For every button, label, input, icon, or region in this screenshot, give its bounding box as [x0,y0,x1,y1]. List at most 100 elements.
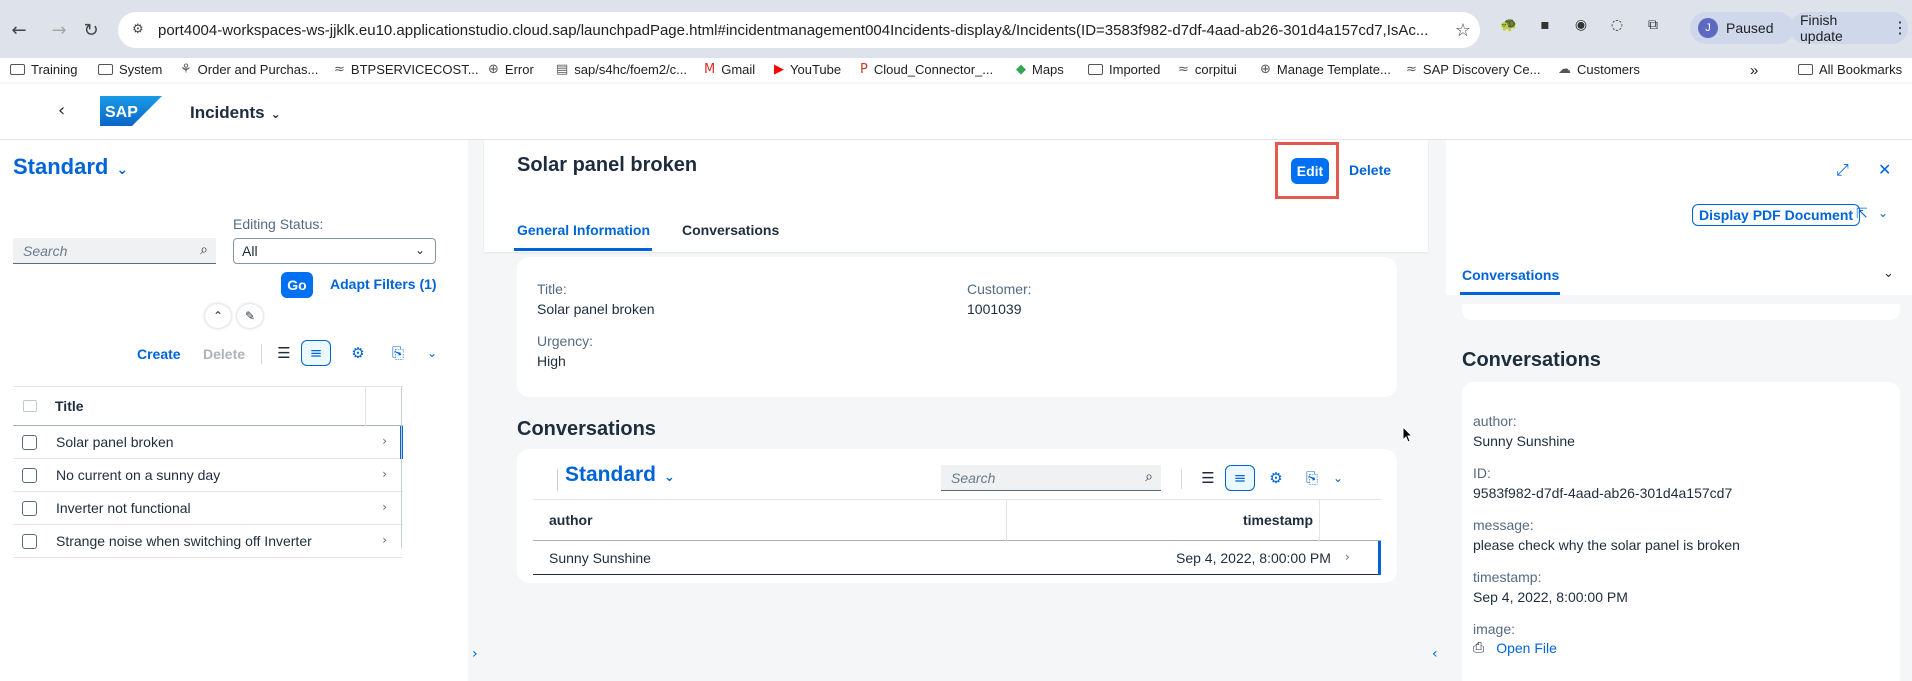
navigation-chevron-icon[interactable]: › [382,467,387,481]
variant-management[interactable]: Standard ⌄ [13,154,128,180]
row-checkbox[interactable] [22,467,37,483]
table-row[interactable]: Sunny Sunshine Sep 4, 2022, 8:00:00 PM › [533,541,1381,575]
address-bar[interactable]: ⚙ port4004-workspaces-ws-jjklk.eu10.appl… [118,12,1480,48]
pin-header-icon[interactable]: ✎ [237,304,263,328]
object-page-header: Solar panel broken Edit Delete General I… [484,140,1428,252]
create-button[interactable]: Create [137,346,181,362]
navigation-chevron-icon[interactable]: › [382,500,387,514]
row-title: Strange noise when switching off Inverte… [56,533,312,549]
search-icon[interactable]: ⌕ [200,242,208,258]
bookmark-system[interactable]: System [98,62,162,77]
open-file-link[interactable]: ⎙ Open File [1473,640,1557,656]
forward-arrow-icon[interactable]: → [42,13,76,47]
editing-status-select[interactable]: All ⌄ [233,238,436,264]
column-title[interactable]: Title [55,398,84,414]
url-text[interactable]: port4004-workspaces-ws-jjklk.eu10.applic… [158,22,1446,39]
sort-icon[interactable]: ☰ [1193,465,1223,491]
sort-icon[interactable]: ☰ [269,340,299,366]
folder-icon [10,64,25,75]
sap-logo[interactable]: SAP [100,96,162,126]
share-icon[interactable]: ⇱ [1856,206,1868,222]
delete-button-disabled[interactable]: Delete [203,346,245,362]
row-checkbox[interactable] [22,533,37,549]
finish-update-button[interactable]: Finish update ⋮ [1790,12,1908,44]
collapse-header-icon[interactable]: ⌃ [205,304,231,328]
all-bookmarks[interactable]: All Bookmarks [1798,62,1902,77]
bookmark-sap-discovery[interactable]: ≈ SAP Discovery Ce... [1406,62,1540,77]
select-all-checkbox[interactable] [23,400,37,412]
extension-loading-icon[interactable]: ◌ [1606,14,1628,36]
column-separator [1006,500,1007,542]
variant-divider [557,469,558,491]
export-icon[interactable]: ⎘ [383,340,413,366]
tab-general-information[interactable]: General Information [517,222,650,238]
conversations-variant-management[interactable]: Standard ⌄ [565,463,675,487]
bookmark-order[interactable]: ⚘ Order and Purchas... [180,62,318,77]
delete-button[interactable]: Delete [1349,162,1391,178]
settings-gear-icon[interactable]: ⚙ [1261,465,1291,491]
extensions-puzzle-icon[interactable]: ⧉ [1642,14,1664,36]
title-value: Solar panel broken [537,301,655,317]
column-author[interactable]: author [549,512,593,528]
bookmark-youtube[interactable]: ▶ YouTube [774,62,841,77]
reload-icon[interactable]: ↻ [74,13,108,47]
column-timestamp[interactable]: timestamp [1243,512,1313,528]
bookmark-gmail[interactable]: M Gmail [704,62,755,77]
ppt-icon: P [860,62,868,77]
display-pdf-document-button[interactable]: Display PDF Document [1692,204,1861,226]
bookmark-corpitui[interactable]: ≈ corpitui [1178,62,1237,77]
table-row[interactable]: No current on a sunny day › [13,459,403,492]
group-icon[interactable]: ≡ [301,340,331,366]
edit-button[interactable]: Edit [1291,158,1329,184]
mouse-cursor-icon [1402,426,1414,443]
search-input[interactable]: Search ⌕ [13,238,216,264]
back-arrow-icon[interactable]: ← [2,13,36,47]
chevron-down-icon: ⌄ [116,162,129,178]
table-row[interactable]: Strange noise when switching off Inverte… [13,525,403,558]
site-settings-icon[interactable]: ⚙ [132,22,148,38]
extension-sap-icon[interactable]: ▪ [1534,14,1556,36]
fullscreen-icon[interactable]: ⤢ [1836,160,1849,180]
detail-section-title: Conversations [1462,349,1601,371]
export-menu-chevron-icon[interactable]: ⌄ [417,340,447,366]
bookmark-cloud-connector[interactable]: P Cloud_Connector_... [860,62,993,77]
bookmark-manage-template[interactable]: ⊕ Manage Template... [1260,62,1391,77]
tab-conversations[interactable]: Conversations [1462,267,1559,283]
editing-status-label: Editing Status: [233,216,324,232]
table-row[interactable]: Inverter not functional › [13,492,403,525]
tab-conversations[interactable]: Conversations [682,222,779,238]
bookmark-imported[interactable]: Imported [1088,62,1160,77]
extension-blue-icon[interactable]: ◉ [1570,14,1592,36]
row-checkbox[interactable] [22,434,37,450]
bookmark-star-icon[interactable]: ☆ [1446,20,1480,41]
bookmark-training[interactable]: Training [10,62,77,77]
export-menu-chevron-icon[interactable]: ⌄ [1323,465,1353,491]
go-button[interactable]: Go [281,272,313,298]
bookmark-sap-s4hc[interactable]: ▤ sap/s4hc/foem2/c... [556,62,687,77]
group-icon[interactable]: ≡ [1225,465,1255,491]
bookmark-maps[interactable]: ◆ Maps [1016,62,1064,77]
adapt-filters-button[interactable]: Adapt Filters (1) [330,276,437,292]
navigation-chevron-icon[interactable]: › [382,533,387,547]
expand-right-chevron-icon[interactable]: ‹ [1432,646,1438,662]
bookmark-btpservicecost[interactable]: ≈ BTPSERVICECOST... [334,62,479,77]
conversations-search-input[interactable]: Search ⌕ [941,465,1161,491]
share-menu-chevron-icon[interactable]: ⌄ [1878,206,1888,220]
column-separator [365,387,366,427]
extension-turtle-icon[interactable]: 🐢 [1498,14,1520,36]
close-icon[interactable]: ✕ [1878,160,1891,179]
navigation-chevron-icon[interactable]: › [1345,550,1350,564]
more-bookmarks-icon[interactable]: » [1750,62,1758,79]
expand-left-chevron-icon[interactable]: › [472,646,478,662]
search-icon[interactable]: ⌕ [1145,469,1153,485]
bookmark-error[interactable]: ⊕ Error [488,62,534,77]
back-chevron-icon[interactable]: ‹ [58,100,65,121]
tab-overflow-chevron-icon[interactable]: ⌄ [1883,266,1894,281]
table-row[interactable]: Solar panel broken › [13,426,403,459]
row-checkbox[interactable] [22,500,37,516]
app-title-menu[interactable]: Incidents ⌄ [190,103,281,123]
bookmark-customers[interactable]: ☁ Customers [1558,62,1640,77]
profile-button[interactable]: J Paused [1690,12,1794,44]
navigation-chevron-icon[interactable]: › [382,434,387,448]
settings-gear-icon[interactable]: ⚙ [343,340,373,366]
